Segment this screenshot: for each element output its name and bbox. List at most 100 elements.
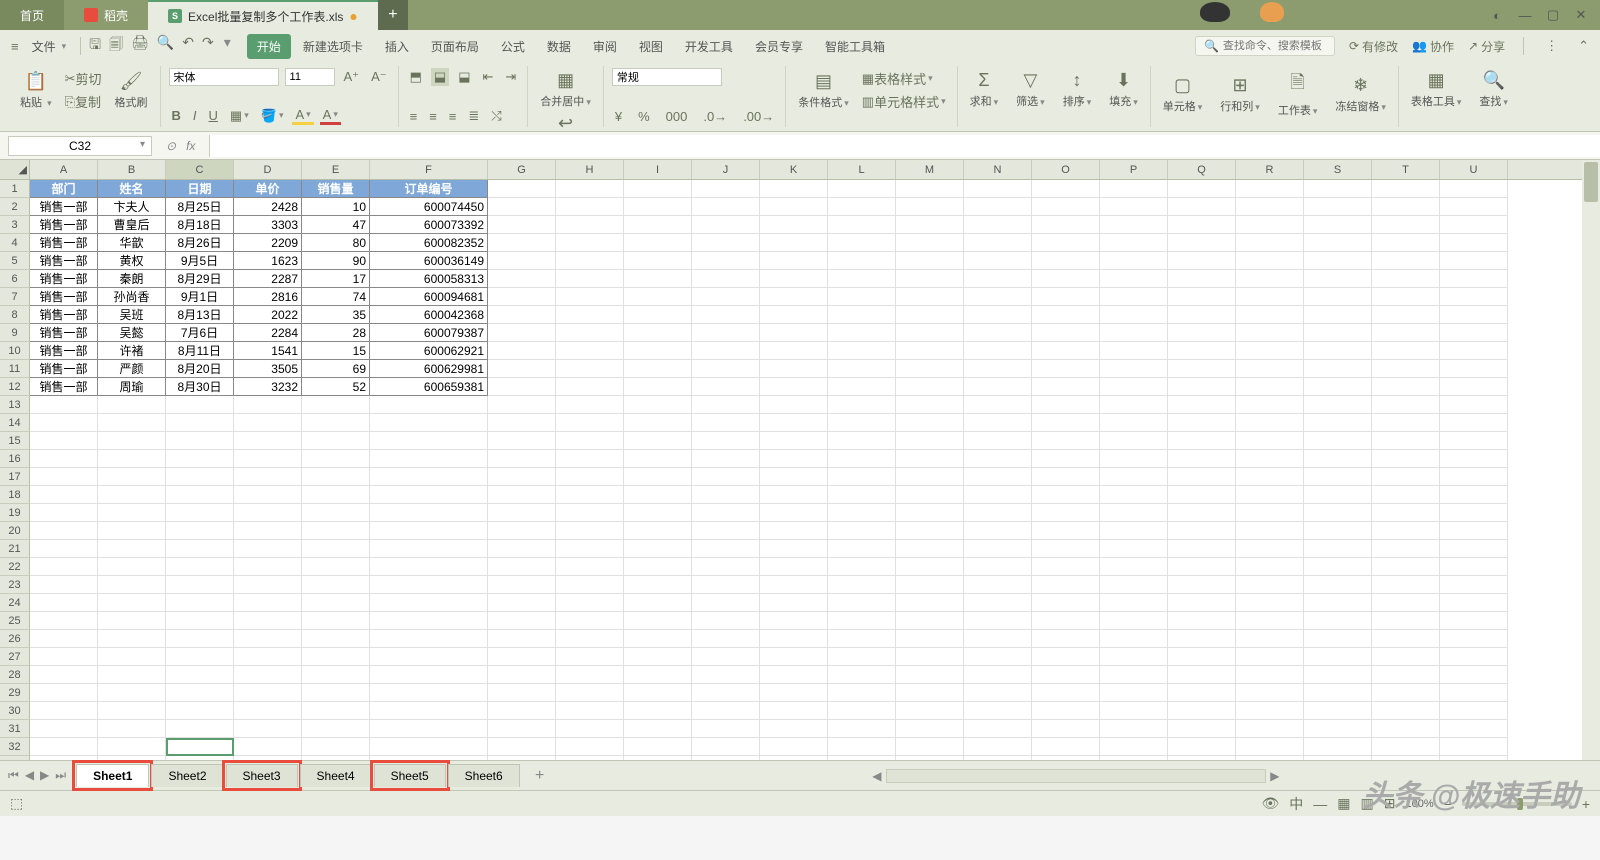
- cell[interactable]: 销售一部: [30, 288, 98, 306]
- cell[interactable]: [828, 612, 896, 630]
- cell[interactable]: [1372, 468, 1440, 486]
- view-normal-icon[interactable]: ▦: [1337, 795, 1350, 812]
- find-button[interactable]: 🔍查找▾: [1475, 68, 1512, 111]
- cell[interactable]: [1372, 324, 1440, 342]
- cell[interactable]: [302, 450, 370, 468]
- cell[interactable]: [1440, 414, 1508, 432]
- col-header-U[interactable]: U: [1440, 160, 1508, 179]
- cell[interactable]: [624, 558, 692, 576]
- cell[interactable]: [1032, 324, 1100, 342]
- cell[interactable]: [234, 684, 302, 702]
- cell[interactable]: [692, 216, 760, 234]
- cell[interactable]: [556, 522, 624, 540]
- cell[interactable]: [556, 288, 624, 306]
- cell[interactable]: [1032, 450, 1100, 468]
- cell[interactable]: [1032, 558, 1100, 576]
- cell[interactable]: [30, 504, 98, 522]
- cell[interactable]: [1100, 612, 1168, 630]
- col-header-R[interactable]: R: [1236, 160, 1304, 179]
- row-header[interactable]: 29: [0, 684, 30, 702]
- cell[interactable]: [302, 522, 370, 540]
- cell[interactable]: [1440, 360, 1508, 378]
- cell[interactable]: [1032, 756, 1100, 760]
- cell[interactable]: [1372, 504, 1440, 522]
- cell[interactable]: [370, 702, 488, 720]
- row-header[interactable]: 14: [0, 414, 30, 432]
- cell[interactable]: [234, 612, 302, 630]
- cell[interactable]: [234, 558, 302, 576]
- cell[interactable]: [692, 504, 760, 522]
- row-header[interactable]: 10: [0, 342, 30, 360]
- row-header[interactable]: 16: [0, 450, 30, 468]
- cell[interactable]: [1032, 180, 1100, 198]
- cell[interactable]: [692, 198, 760, 216]
- cell[interactable]: [692, 378, 760, 396]
- cell[interactable]: [760, 270, 828, 288]
- cell[interactable]: [896, 630, 964, 648]
- cell[interactable]: [1372, 666, 1440, 684]
- cell[interactable]: [30, 468, 98, 486]
- cell[interactable]: [624, 396, 692, 414]
- cell[interactable]: [556, 594, 624, 612]
- cell[interactable]: [556, 234, 624, 252]
- cell[interactable]: [1168, 630, 1236, 648]
- font-size-select[interactable]: [285, 68, 335, 86]
- cell[interactable]: [1372, 432, 1440, 450]
- cell[interactable]: [964, 468, 1032, 486]
- cell[interactable]: [896, 396, 964, 414]
- cell[interactable]: [1372, 414, 1440, 432]
- cell[interactable]: [828, 252, 896, 270]
- cell[interactable]: [302, 468, 370, 486]
- cell[interactable]: [1372, 252, 1440, 270]
- align-middle-icon[interactable]: ⬓: [431, 68, 449, 86]
- qat-more[interactable]: ▾: [224, 34, 231, 58]
- cell[interactable]: [166, 612, 234, 630]
- cell[interactable]: [624, 468, 692, 486]
- cell[interactable]: [964, 378, 1032, 396]
- cell[interactable]: [1100, 342, 1168, 360]
- cell[interactable]: [1100, 468, 1168, 486]
- cell[interactable]: [760, 684, 828, 702]
- cell[interactable]: [828, 522, 896, 540]
- align-right-icon[interactable]: ≡: [446, 108, 460, 125]
- cell[interactable]: [1440, 702, 1508, 720]
- cell[interactable]: [1100, 180, 1168, 198]
- worksheet-button[interactable]: 🗎工作表▾: [1274, 68, 1322, 120]
- cell[interactable]: [896, 234, 964, 252]
- cell[interactable]: [370, 504, 488, 522]
- cell[interactable]: [1236, 342, 1304, 360]
- cell[interactable]: 单价: [234, 180, 302, 198]
- cell[interactable]: [896, 738, 964, 756]
- cell[interactable]: [760, 198, 828, 216]
- cell[interactable]: [488, 576, 556, 594]
- cell[interactable]: [760, 414, 828, 432]
- cell[interactable]: [828, 666, 896, 684]
- cell[interactable]: [1304, 648, 1372, 666]
- cell[interactable]: [488, 540, 556, 558]
- cell[interactable]: 15: [302, 342, 370, 360]
- cell[interactable]: [896, 612, 964, 630]
- cell[interactable]: [1032, 360, 1100, 378]
- cell[interactable]: [1372, 522, 1440, 540]
- cell[interactable]: [556, 738, 624, 756]
- cell[interactable]: [692, 576, 760, 594]
- cell[interactable]: [1440, 216, 1508, 234]
- cell[interactable]: [1032, 540, 1100, 558]
- cell[interactable]: [1032, 432, 1100, 450]
- hscroll-right-icon[interactable]: ▶: [1266, 769, 1284, 783]
- cell[interactable]: [1100, 234, 1168, 252]
- cell[interactable]: [166, 684, 234, 702]
- cell[interactable]: [30, 414, 98, 432]
- cell[interactable]: [1304, 360, 1372, 378]
- cell[interactable]: [1372, 558, 1440, 576]
- cond-format-button[interactable]: ▤条件格式▾: [794, 69, 853, 112]
- cell[interactable]: [896, 684, 964, 702]
- view-page-icon[interactable]: ▥: [1361, 795, 1374, 812]
- cell[interactable]: [1236, 684, 1304, 702]
- cell[interactable]: [828, 540, 896, 558]
- cell[interactable]: [166, 414, 234, 432]
- cell[interactable]: [30, 612, 98, 630]
- cell[interactable]: 600659381: [370, 378, 488, 396]
- cell[interactable]: [556, 216, 624, 234]
- cell[interactable]: [1440, 558, 1508, 576]
